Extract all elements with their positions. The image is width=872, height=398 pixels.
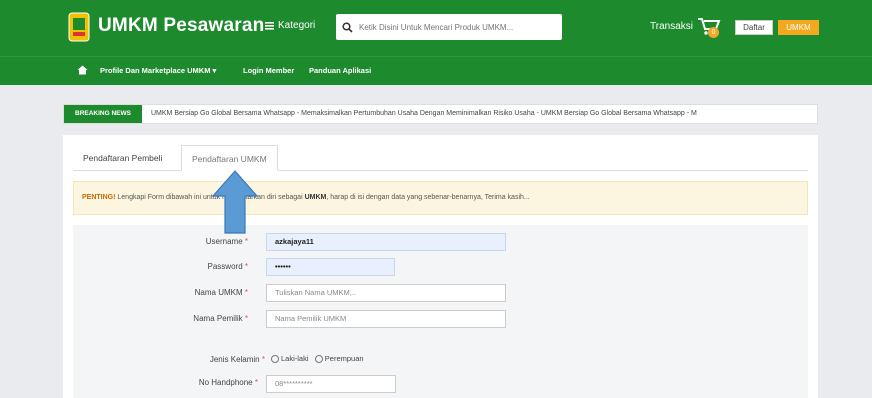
important-notice: PENTING! Lengkapi Form dibawah ini untuk… <box>73 181 808 215</box>
radio-laki-label: Laki-laki <box>281 354 309 363</box>
username-label: Username * <box>138 237 248 246</box>
umkm-button[interactable]: UMKM <box>778 20 819 35</box>
home-icon[interactable] <box>77 65 88 75</box>
tab-pendaftaran-umkm[interactable]: Pendaftaran UMKM <box>181 145 278 171</box>
daftar-button[interactable]: Daftar <box>735 20 773 35</box>
breaking-news-ticker[interactable]: UMKM Bersiap Go Global Bersama Whatsapp … <box>151 110 697 117</box>
registration-form: Username * azkajaya11 Password * •••••• … <box>73 225 808 398</box>
notice-text-1: Lengkapi Form dibawah ini untuk mendafta… <box>115 194 305 201</box>
jenis-kelamin-label-text: Jenis Kelamin <box>209 355 260 364</box>
password-field[interactable]: •••••• <box>266 258 395 276</box>
required-mark: * <box>244 314 248 323</box>
required-mark: * <box>261 355 265 364</box>
breaking-news-label: BREAKING NEWS <box>64 105 142 123</box>
hp-label-text: No Handphone <box>198 378 253 387</box>
pointer-arrow-icon <box>212 170 258 234</box>
logo-icon[interactable] <box>68 12 90 42</box>
search-input[interactable] <box>359 22 559 32</box>
search-icon[interactable] <box>342 21 353 33</box>
gender-options: Laki-laki Perempuan <box>271 354 364 364</box>
search-box[interactable] <box>336 14 562 40</box>
required-mark: * <box>254 378 258 387</box>
required-mark: * <box>244 262 248 271</box>
password-label: Password * <box>138 262 248 271</box>
nama-pemilik-label-text: Nama Pemilik <box>193 314 243 323</box>
nama-umkm-label: Nama UMKM * <box>138 288 248 297</box>
radio-circle-icon[interactable] <box>271 355 279 364</box>
nama-umkm-field[interactable]: Tuliskan Nama UMKM,.. <box>266 284 506 302</box>
transaksi-link[interactable]: Transaksi <box>650 21 693 32</box>
list-icon <box>265 21 274 30</box>
kategori-menu[interactable]: Kategori <box>265 20 315 31</box>
username-field[interactable]: azkajaya11 <box>266 233 506 251</box>
radio-circle-icon[interactable] <box>314 355 323 364</box>
kategori-label: Kategori <box>278 20 316 31</box>
nama-pemilik-label: Nama Pemilik * <box>138 314 248 323</box>
radio-perempuan[interactable]: Perempuan <box>314 354 364 364</box>
nama-umkm-label-text: Nama UMKM <box>194 288 243 297</box>
nav-item-panduan[interactable]: Panduan Aplikasi <box>309 66 371 75</box>
nav-item-profile[interactable]: Profile Dan Marketplace UMKM ▾ <box>100 66 216 75</box>
top-header: UMKM Pesawaran Kategori Transaksi 0 Daft… <box>0 0 872 56</box>
hp-label: No Handphone * <box>148 378 258 387</box>
registration-tabs: Pendaftaran Pembeli Pendaftaran UMKM <box>73 145 808 171</box>
nama-pemilik-field[interactable]: Nama Pemilik UMKM <box>266 310 506 328</box>
notice-prefix: PENTING! <box>82 194 116 201</box>
cart-count-badge: 0 <box>708 27 719 38</box>
breaking-news-bar: BREAKING NEWS UMKM Bersiap Go Global Ber… <box>63 104 818 124</box>
jenis-kelamin-label: Jenis Kelamin * <box>155 355 265 364</box>
notice-text-2: , harap di isi dengan data yang sebenar-… <box>326 194 530 201</box>
radio-laki[interactable]: Laki-laki <box>271 354 309 364</box>
tab-pendaftaran-pembeli[interactable]: Pendaftaran Pembeli <box>73 145 172 171</box>
required-mark: * <box>244 237 248 246</box>
radio-perempuan-label: Perempuan <box>324 354 364 363</box>
hp-field[interactable]: 08********** <box>266 375 396 393</box>
nav-item-login[interactable]: Login Member <box>243 66 294 75</box>
password-label-text: Password <box>207 262 243 271</box>
main-nav: Profile Dan Marketplace UMKM ▾ Login Mem… <box>0 56 872 85</box>
registration-card: Pendaftaran Pembeli Pendaftaran UMKM PEN… <box>63 135 818 398</box>
notice-highlight: UMKM <box>304 194 327 201</box>
brand-title[interactable]: UMKM Pesawaran <box>98 15 264 37</box>
required-mark: * <box>244 288 248 297</box>
username-label-text: Username <box>205 237 243 246</box>
